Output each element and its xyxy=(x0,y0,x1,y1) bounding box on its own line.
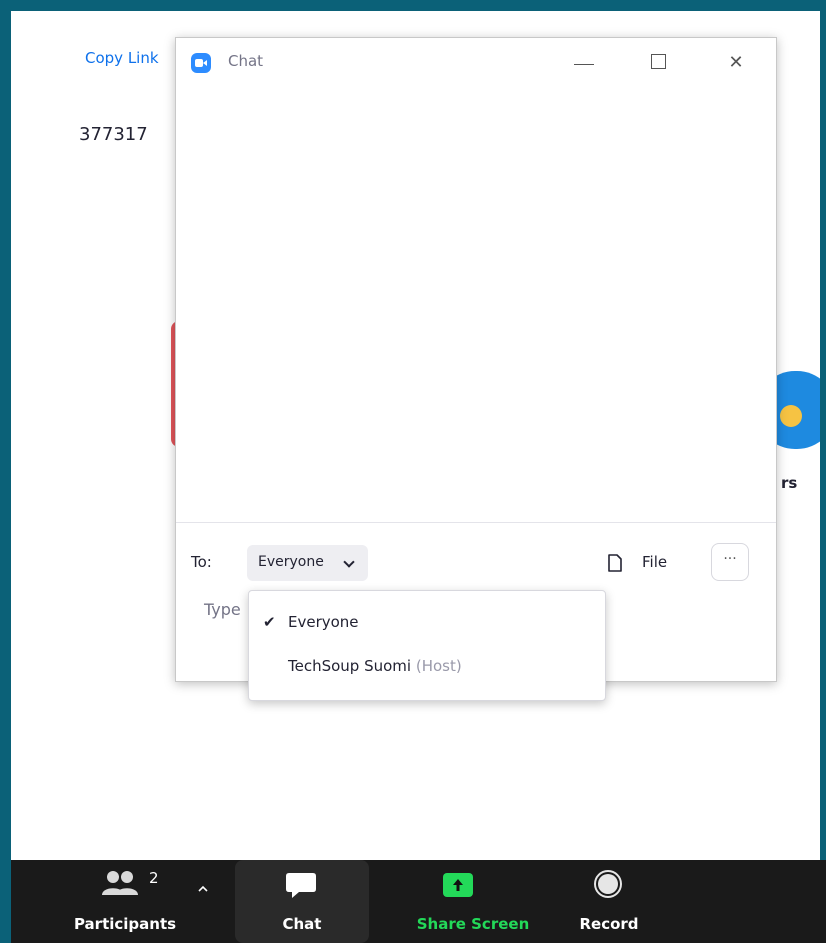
file-label: File xyxy=(642,553,668,571)
maximize-icon xyxy=(651,54,666,69)
chat-divider xyxy=(176,522,776,523)
chat-window: Chat ✕ To: Everyone File ··· Type xyxy=(175,37,777,682)
host-tag: (Host) xyxy=(415,657,462,675)
close-icon: ✕ xyxy=(728,52,744,73)
record-label: Record xyxy=(579,915,639,933)
copy-link[interactable]: Copy Link xyxy=(85,49,159,67)
dropdown-option-label: TechSoup Suomi (Host) xyxy=(288,657,462,675)
background-partial-label: rs xyxy=(781,474,798,492)
share-screen-button[interactable]: Share Screen xyxy=(403,860,543,943)
share-screen-label: Share Screen xyxy=(416,915,530,933)
chat-title: Chat xyxy=(228,52,264,70)
meeting-toolbar: 2 Participants Chat Share Screen Record xyxy=(11,860,826,943)
background-icon-dot xyxy=(780,405,802,427)
record-icon xyxy=(594,870,622,898)
to-label: To: xyxy=(191,553,212,571)
recipient-dropdown: ✔ Everyone TechSoup Suomi (Host) xyxy=(248,590,606,701)
recipient-select[interactable]: Everyone xyxy=(247,545,368,581)
record-button[interactable]: Record xyxy=(551,860,667,943)
dropdown-option-label: Everyone xyxy=(288,613,359,631)
message-input-placeholder[interactable]: Type xyxy=(204,600,241,619)
participants-caret-up-icon[interactable] xyxy=(196,882,210,896)
dropdown-option-everyone[interactable]: ✔ Everyone xyxy=(249,603,605,647)
checkmark-icon: ✔ xyxy=(263,613,276,631)
minimize-button[interactable] xyxy=(564,46,604,80)
dropdown-option-name: TechSoup Suomi xyxy=(288,657,412,675)
dropdown-option-host[interactable]: TechSoup Suomi (Host) xyxy=(249,647,605,691)
chat-bubble-icon xyxy=(286,873,316,898)
participants-label: Participants xyxy=(73,915,177,933)
arrow-up-icon xyxy=(453,879,463,891)
participants-count: 2 xyxy=(149,869,159,887)
share-screen-icon xyxy=(443,873,473,897)
maximize-button[interactable] xyxy=(638,46,678,80)
more-icon: ··· xyxy=(723,551,737,567)
participants-button[interactable]: 2 Participants xyxy=(55,860,195,943)
chat-label: Chat xyxy=(282,915,322,933)
file-icon xyxy=(608,554,622,572)
chat-titlebar[interactable]: Chat ✕ xyxy=(176,38,776,88)
recipient-select-value: Everyone xyxy=(258,554,324,570)
zoom-app-icon xyxy=(191,53,211,73)
minimize-icon xyxy=(574,64,594,65)
chat-button[interactable]: Chat xyxy=(235,860,369,943)
meeting-id: 377317 xyxy=(79,124,148,145)
close-button[interactable]: ✕ xyxy=(716,46,756,80)
file-button[interactable]: File xyxy=(604,545,684,581)
participants-icon xyxy=(102,871,138,895)
chevron-down-icon xyxy=(343,556,355,568)
more-options-button[interactable]: ··· xyxy=(711,543,749,581)
